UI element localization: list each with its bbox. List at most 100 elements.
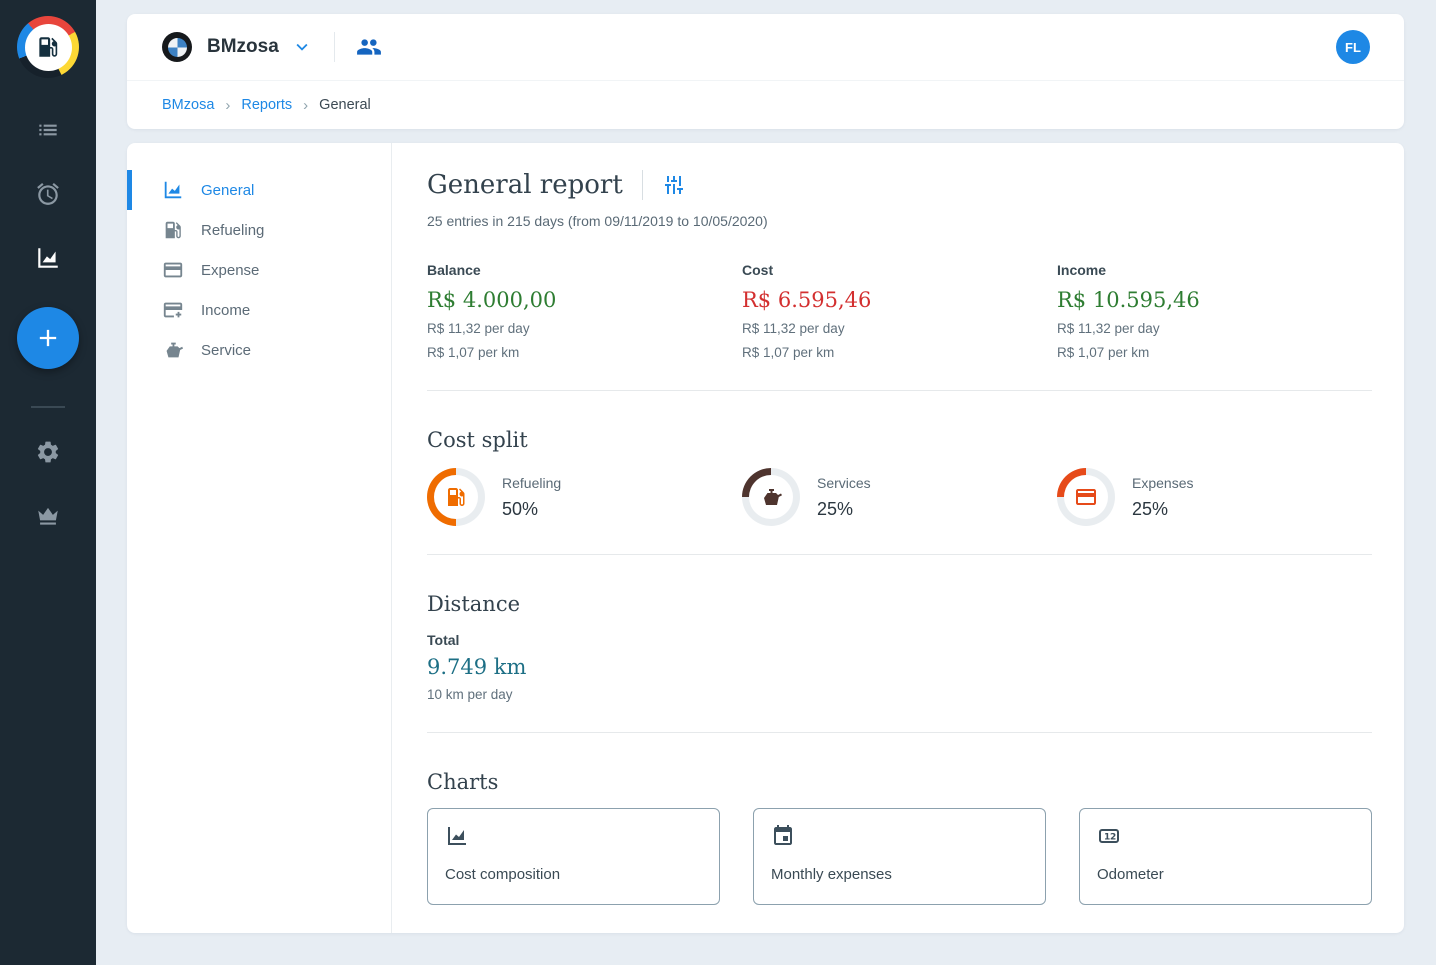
distance-title: Distance (427, 591, 1372, 617)
section-divider (427, 732, 1372, 733)
sidebar-item-reminders[interactable] (16, 162, 80, 226)
report-nav-expense[interactable]: Expense (127, 250, 391, 290)
split-inner (749, 475, 793, 519)
charts-title: Charts (427, 769, 1372, 795)
app-logo[interactable] (17, 16, 79, 78)
fuel-pump-icon (162, 219, 184, 241)
chart-card-monthly-expenses[interactable]: Monthly expenses (753, 808, 1046, 905)
filter-button[interactable] (662, 173, 686, 197)
alarm-icon (35, 181, 61, 207)
oil-can-icon (759, 485, 783, 509)
section-divider (427, 390, 1372, 391)
report-nav-label: Expense (201, 262, 259, 279)
breadcrumb-separator-icon: › (225, 97, 230, 114)
report-nav-label: Refueling (201, 222, 264, 239)
main-column: BMzosa FL BMzosa › Reports › General (96, 0, 1436, 965)
split-inner (434, 475, 478, 519)
charts-row: Cost composition Monthly expenses 12 Odo… (427, 808, 1372, 905)
split-services: Services 25% (742, 468, 1057, 526)
stat-per-day: R$ 11,32 per day (427, 320, 742, 338)
stat-value: R$ 10.595,46 (1057, 287, 1372, 313)
svg-text:2: 2 (1110, 833, 1116, 843)
crown-icon (35, 503, 61, 529)
user-avatar[interactable]: FL (1336, 30, 1370, 64)
area-chart-icon (35, 245, 61, 271)
split-label: Services (817, 475, 871, 492)
split-text: Services 25% (817, 475, 871, 520)
split-expenses: Expenses 25% (1057, 468, 1372, 526)
split-percent: 50% (502, 498, 561, 520)
stat-label: Income (1057, 262, 1372, 279)
report-card: General Refueling Expense Income Service (127, 143, 1404, 933)
breadcrumb: BMzosa › Reports › General (127, 80, 1404, 129)
stat-per-km: R$ 1,07 per km (1057, 344, 1372, 362)
chevron-down-icon (291, 36, 313, 58)
stat-value: R$ 6.595,46 (742, 287, 1057, 313)
breadcrumb-separator-icon: › (303, 97, 308, 114)
cost-split-title: Cost split (427, 427, 1372, 453)
breadcrumb-current: General (319, 97, 371, 113)
report-nav-income[interactable]: Income (127, 290, 391, 330)
records-list-icon (35, 117, 61, 143)
chart-card-label: Cost composition (445, 866, 702, 883)
title-divider (642, 170, 643, 200)
vehicle-switcher-button[interactable] (291, 36, 313, 58)
distance-total-value: 9.749 km (427, 654, 1372, 680)
sidebar (0, 0, 96, 965)
expenses-donut (1057, 468, 1115, 526)
split-label: Expenses (1132, 475, 1193, 492)
report-nav-label: Income (201, 302, 250, 319)
services-donut (742, 468, 800, 526)
header-top-row: BMzosa FL (127, 14, 1404, 80)
stat-label: Cost (742, 262, 1057, 279)
sidebar-item-records[interactable] (16, 98, 80, 162)
split-text: Expenses 25% (1132, 475, 1193, 520)
header-card: BMzosa FL BMzosa › Reports › General (127, 14, 1404, 129)
card-plus-icon (162, 299, 184, 321)
chart-card-label: Odometer (1097, 866, 1354, 883)
odometer-digits-icon: 12 (1097, 824, 1121, 848)
stat-per-km: R$ 1,07 per km (427, 344, 742, 362)
report-body: General report 25 entries in 215 days (f… (392, 143, 1404, 933)
split-text: Refueling 50% (502, 475, 561, 520)
stat-per-km: R$ 1,07 per km (742, 344, 1057, 362)
chart-card-odometer[interactable]: 12 Odometer (1079, 808, 1372, 905)
card-icon (162, 259, 184, 281)
line-chart-icon (445, 824, 469, 848)
report-nav-refueling[interactable]: Refueling (127, 210, 391, 250)
stat-balance: Balance R$ 4.000,00 R$ 11,32 per day R$ … (427, 262, 742, 362)
report-nav-service[interactable]: Service (127, 330, 391, 370)
split-percent: 25% (1132, 498, 1193, 520)
chart-card-cost-composition[interactable]: Cost composition (427, 808, 720, 905)
breadcrumb-reports[interactable]: Reports (241, 97, 292, 113)
sidebar-item-premium[interactable] (16, 484, 80, 548)
fuel-pump-icon (444, 485, 468, 509)
chart-card-label: Monthly expenses (771, 866, 1028, 883)
breadcrumb-vehicle[interactable]: BMzosa (162, 97, 214, 113)
vehicle-name: BMzosa (207, 36, 279, 58)
bmw-roundel-icon (168, 38, 187, 57)
stat-per-day: R$ 11,32 per day (742, 320, 1057, 338)
report-nav-label: Service (201, 342, 251, 359)
app-root: BMzosa FL BMzosa › Reports › General (0, 0, 1436, 965)
fuel-pump-logo-icon (25, 24, 72, 71)
sidebar-item-settings[interactable] (16, 420, 80, 484)
report-nav-general[interactable]: General (127, 170, 391, 210)
refueling-donut (427, 468, 485, 526)
stat-cost: Cost R$ 6.595,46 R$ 11,32 per day R$ 1,0… (742, 262, 1057, 362)
group-icon (356, 34, 382, 60)
card-icon (1074, 485, 1098, 509)
stat-income: Income R$ 10.595,46 R$ 11,32 per day R$ … (1057, 262, 1372, 362)
split-refueling: Refueling 50% (427, 468, 742, 526)
drivers-button[interactable] (356, 34, 382, 60)
report-nav-label: General (201, 182, 254, 199)
split-inner (1064, 475, 1108, 519)
stat-per-day: R$ 11,32 per day (1057, 320, 1372, 338)
oil-can-icon (162, 339, 184, 361)
add-button[interactable] (17, 307, 79, 369)
page-title: General report (427, 170, 623, 200)
stat-label: Balance (427, 262, 742, 279)
stats-row: Balance R$ 4.000,00 R$ 11,32 per day R$ … (427, 262, 1372, 362)
distance-per-day: 10 km per day (427, 686, 1372, 704)
sidebar-item-reports[interactable] (16, 226, 80, 290)
